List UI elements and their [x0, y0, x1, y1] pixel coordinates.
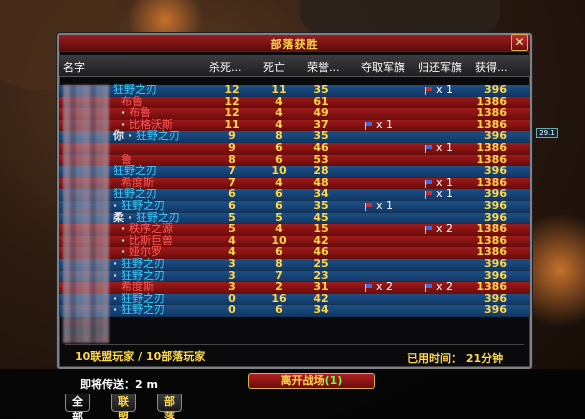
flag-returns-cell: x 1 [425, 188, 465, 200]
flag-icon [425, 87, 434, 95]
killing-blows-cell: 0 [228, 303, 236, 317]
leave-battlefield-button[interactable]: 离开战场(1) [248, 373, 375, 389]
name-prefix: 你 · [113, 129, 136, 143]
player-name-text: 狂野之刃 [135, 129, 180, 143]
reward-cell: 396 [484, 303, 507, 317]
table-row[interactable]: · 狂野之刃 0 6 34 396 [59, 303, 530, 317]
flag-captures-cell: x 1 [365, 198, 405, 212]
tab-all[interactable]: 全部 [65, 394, 90, 419]
scoreboard-window: 部落获胜 ✕ 名字 杀死... 死亡 荣誉... 夺取军旗 归还军旗 获得...… [57, 33, 532, 369]
flag-captures-count: x 2 [376, 280, 394, 294]
flag-icon [425, 144, 434, 153]
flag-captures-count: x 1 [376, 198, 394, 212]
flag-captures-cell: x 2 [365, 281, 405, 293]
player-name: 你 · 狂野之刃 [113, 130, 180, 142]
tab-alliance[interactable]: 联盟 [111, 394, 136, 419]
flag-returns-count: x 2 [436, 280, 454, 294]
player-count: 10联盟玩家 / 10部落玩家 [75, 350, 206, 363]
flag-returns-count: x 2 [436, 222, 454, 236]
col-honor[interactable]: 荣誉... [307, 59, 340, 75]
divider [65, 344, 524, 345]
player-name-text: 狂野之刃 [121, 303, 166, 317]
leave-button-label: 离开战场 [280, 374, 325, 387]
col-deaths[interactable]: 死亡 [263, 59, 285, 75]
col-reward[interactable]: 获得... [475, 59, 508, 75]
score-rows: 狂野之刃 12 11 35 396 x 1 布鲁 12 4 61 1386 · 布鲁 12 4 49 1386… [59, 84, 530, 317]
name-prefix: · [113, 268, 122, 282]
title-bar: 部落获胜 ✕ [59, 34, 530, 52]
honor-kills-cell: 34 [313, 303, 329, 317]
flag-returns-cell: x 1 [425, 84, 465, 96]
flag-captures-count: x 1 [376, 117, 394, 131]
transfer-countdown: 即将传送：2 m [80, 378, 158, 391]
flag-returns-count: x 1 [436, 83, 454, 96]
leave-button-count: (1) [324, 374, 343, 387]
flag-icon [425, 226, 434, 235]
flag-returns-cell: x 2 [425, 281, 465, 293]
flag-icon [365, 202, 374, 211]
flag-returns-cell: x 2 [425, 223, 465, 235]
flag-icon [365, 284, 374, 293]
side-badge: 29.1 [536, 128, 558, 138]
tab-horde[interactable]: 部落 [157, 394, 182, 419]
close-button[interactable]: ✕ [511, 34, 528, 51]
column-header: 名字 杀死... 死亡 荣誉... 夺取军旗 归还军旗 获得... [59, 55, 530, 77]
flag-captures-cell: x 1 [365, 117, 405, 131]
flag-icon [425, 191, 434, 200]
window-title: 部落获胜 [270, 38, 319, 51]
flag-returns-count: x 1 [436, 140, 454, 154]
flag-returns-count: x 1 [436, 187, 454, 201]
flag-icon [365, 121, 374, 130]
censored-names [63, 85, 109, 343]
col-name[interactable]: 名字 [63, 59, 85, 75]
flag-icon [425, 179, 434, 188]
flag-icon [425, 284, 434, 293]
flag-returns-cell: x 1 [425, 140, 465, 154]
player-name: · 狂野之刃 [113, 304, 165, 316]
elapsed-time: 已用时间： 21分钟 [407, 352, 504, 365]
col-flag-captures[interactable]: 夺取军旗 [361, 59, 405, 75]
col-killing-blows[interactable]: 杀死... [209, 59, 242, 75]
col-flag-returns[interactable]: 归还军旗 [418, 59, 462, 75]
name-prefix: · [113, 303, 122, 317]
deaths-cell: 6 [275, 303, 283, 317]
